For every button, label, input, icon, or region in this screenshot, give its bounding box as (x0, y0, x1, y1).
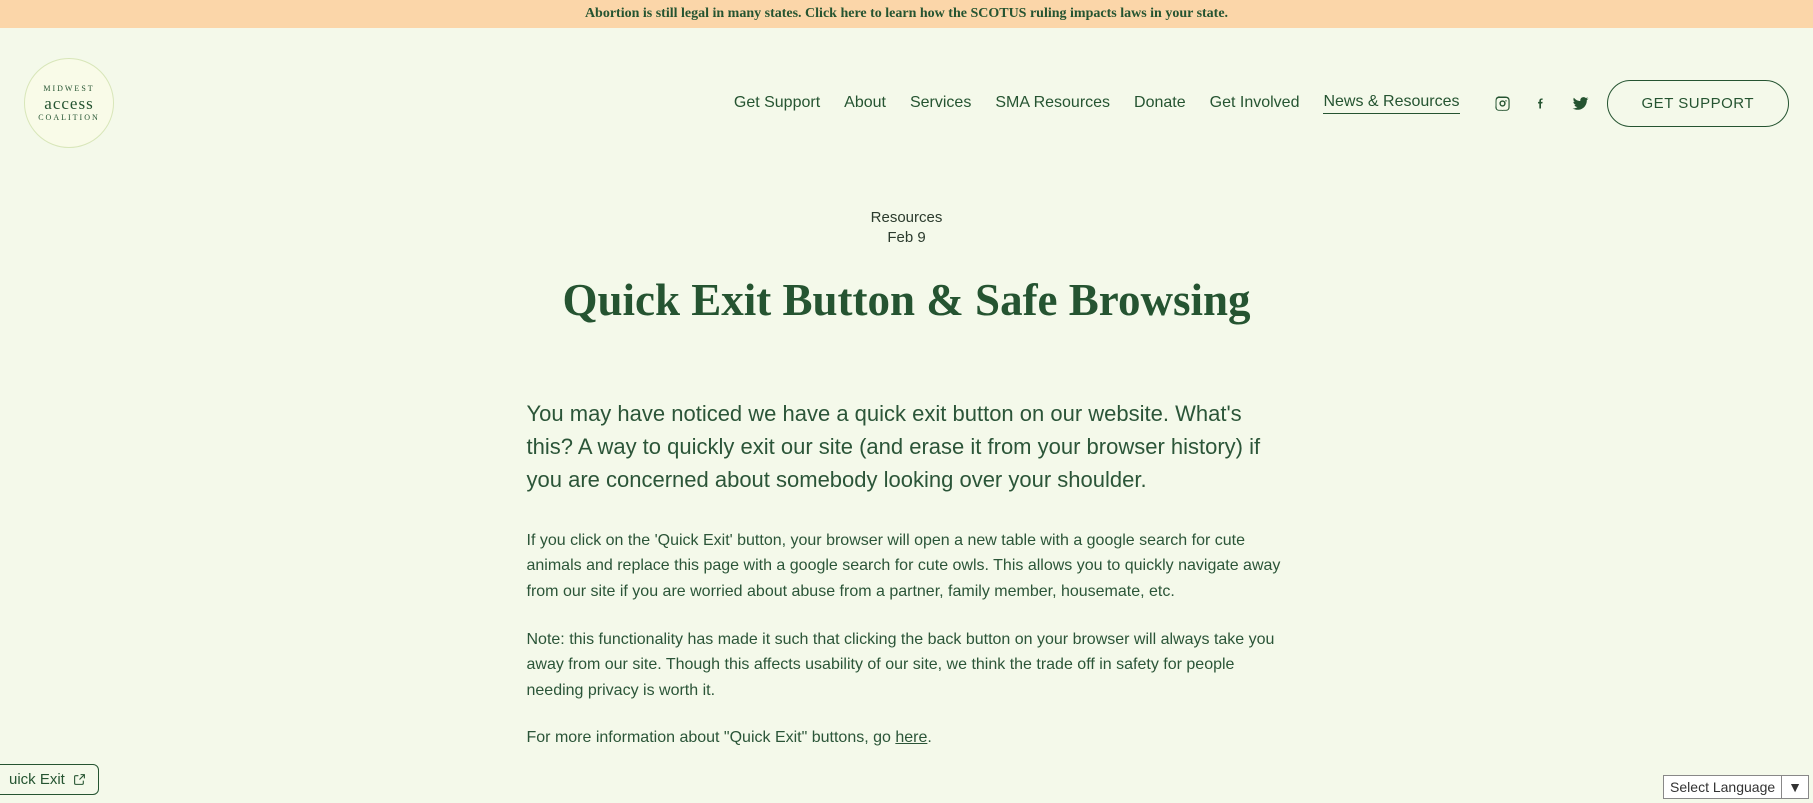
main-nav: Get Support About Services SMA Resources… (734, 93, 1589, 114)
p3-prefix: For more information about "Quick Exit" … (527, 729, 896, 746)
article-content: You may have noticed we have a quick exi… (527, 397, 1287, 751)
body-paragraph-2: Note: this functionality has made it suc… (527, 627, 1287, 704)
here-link[interactable]: here (895, 729, 927, 746)
article-category: Resources (527, 208, 1287, 228)
logo-line3: COALITION (38, 114, 100, 122)
chevron-down-icon: ▼ (1781, 776, 1808, 798)
article-date: Feb 9 (527, 228, 1287, 248)
facebook-icon[interactable] (1533, 95, 1550, 112)
body-paragraph-3: For more information about "Quick Exit" … (527, 725, 1287, 751)
banner-text: Abortion is still legal in many states. … (585, 6, 1228, 21)
body-paragraph-1: If you click on the 'Quick Exit' button,… (527, 528, 1287, 605)
logo-container: MIDWEST access COALITION (24, 58, 114, 148)
nav-services[interactable]: Services (910, 94, 971, 112)
article-main: Resources Feb 9 Quick Exit Button & Safe… (527, 208, 1287, 751)
external-link-icon (73, 773, 86, 786)
page-title: Quick Exit Button & Safe Browsing (527, 275, 1287, 327)
p3-suffix: . (927, 729, 931, 746)
twitter-icon[interactable] (1572, 95, 1589, 112)
language-label: Select Language (1664, 776, 1781, 798)
quick-exit-button[interactable]: uick Exit (0, 764, 99, 795)
article-meta: Resources Feb 9 (527, 208, 1287, 247)
nav-get-involved[interactable]: Get Involved (1210, 94, 1300, 112)
language-selector[interactable]: Select Language ▼ (1663, 775, 1809, 799)
nav-about[interactable]: About (844, 94, 886, 112)
nav-donate[interactable]: Donate (1134, 94, 1186, 112)
nav-news-resources[interactable]: News & Resources (1323, 93, 1459, 114)
quick-exit-label: uick Exit (9, 771, 65, 788)
announcement-banner[interactable]: Abortion is still legal in many states. … (0, 0, 1813, 28)
logo-line2: access (44, 95, 93, 112)
lead-paragraph: You may have noticed we have a quick exi… (527, 397, 1287, 496)
instagram-icon[interactable] (1494, 95, 1511, 112)
social-links (1494, 95, 1589, 112)
nav-sma-resources[interactable]: SMA Resources (995, 94, 1110, 112)
get-support-button[interactable]: GET SUPPORT (1607, 80, 1789, 127)
nav-get-support[interactable]: Get Support (734, 94, 820, 112)
site-header: MIDWEST access COALITION Get Support Abo… (0, 28, 1813, 148)
logo-line1: MIDWEST (43, 85, 94, 93)
site-logo[interactable]: MIDWEST access COALITION (24, 58, 114, 148)
